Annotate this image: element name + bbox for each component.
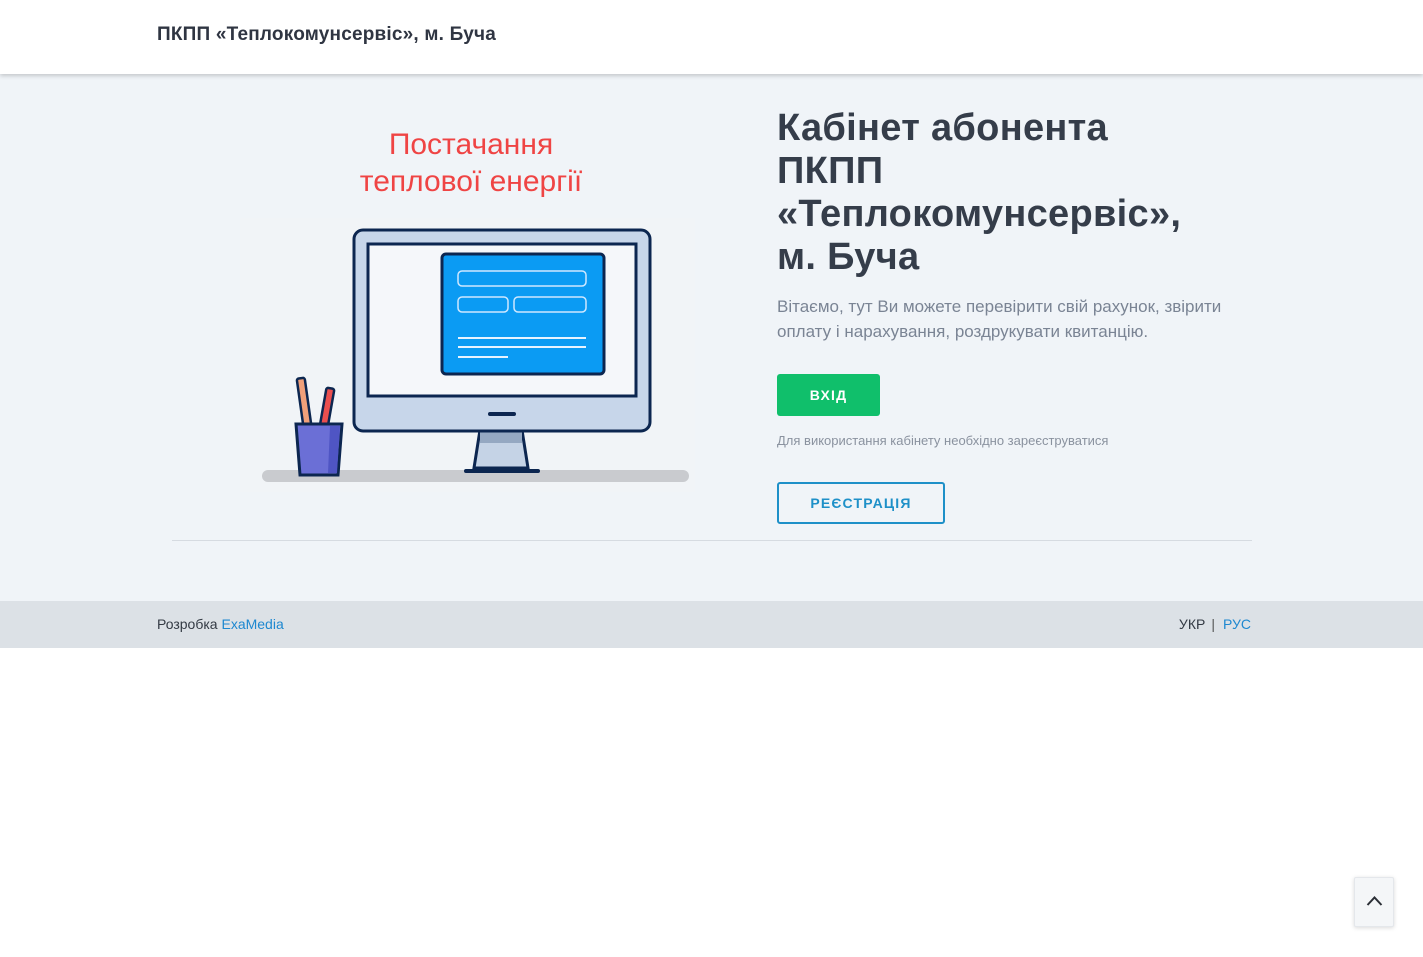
credit-prefix: Розробка <box>157 616 218 632</box>
monitor-neck-shade <box>480 431 522 443</box>
brand-link[interactable]: ПКПП «Теплокомунсервіс», м. Буча <box>157 24 496 46</box>
service-title: Постачання теплової енергії <box>271 126 671 200</box>
lang-rus-link[interactable]: РУС <box>1223 616 1251 632</box>
login-button[interactable]: ВХІД <box>777 374 880 416</box>
service-title-line1: Постачання <box>388 128 554 161</box>
lang-separator: | <box>1211 616 1215 632</box>
register-note: Для використання кабінету необхідно заре… <box>777 433 1109 448</box>
scroll-to-top-button[interactable] <box>1354 877 1394 927</box>
top-navbar: ПКПП «Теплокомунсервіс», м. Буча <box>0 0 1423 74</box>
page-title-line3: «Теплокомунсервіс», <box>777 193 1182 235</box>
chevron-up-icon <box>1366 896 1383 906</box>
developer-credit: Розробка ExaMedia <box>157 616 284 632</box>
page-title-line4: м. Буча <box>777 236 920 278</box>
monitor-illustration <box>240 218 695 492</box>
page-title-line1: Кабінет абонента <box>777 107 1108 149</box>
lang-current: УКР <box>1178 616 1206 632</box>
examedia-link[interactable]: ExaMedia <box>221 616 283 632</box>
service-title-line2: теплової енергії <box>359 165 583 198</box>
hero-section: Постачання теплової енергії Кабінет абон… <box>0 74 1423 601</box>
welcome-text: Вітаємо, тут Ви можете перевірити свій р… <box>777 297 1222 341</box>
register-button[interactable]: РЕЄСТРАЦІЯ <box>777 482 945 524</box>
page-title-line2: ПКПП <box>777 150 884 192</box>
footer: Розробка ExaMedia УКР | РУС <box>0 601 1423 648</box>
divider <box>172 540 1252 541</box>
language-switcher: УКР | РУС <box>1179 616 1251 632</box>
page-title: Кабінет абонента ПКПП «Теплокомунсервіс»… <box>777 107 1247 279</box>
